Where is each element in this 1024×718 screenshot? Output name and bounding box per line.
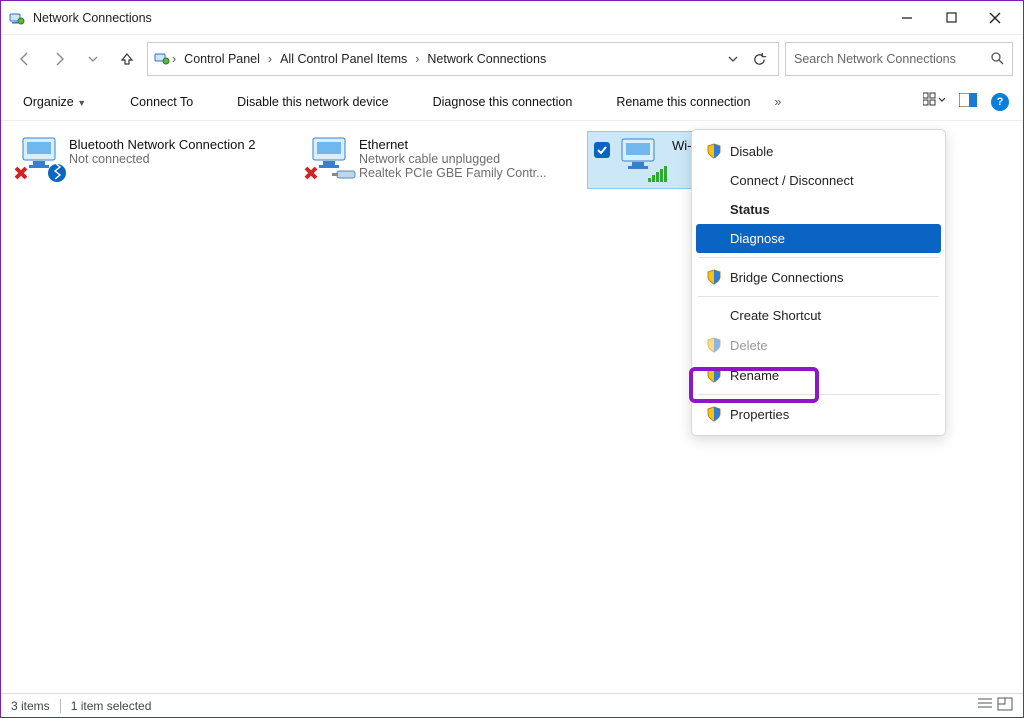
- ctx-label: Connect / Disconnect: [730, 173, 854, 188]
- maximize-button[interactable]: [929, 3, 973, 33]
- command-bar: Organize ▼ Connect To Disable this netwo…: [1, 83, 1023, 121]
- help-button[interactable]: ?: [991, 93, 1009, 111]
- ctx-diagnose[interactable]: Diagnose: [696, 224, 941, 253]
- breadcrumb-item[interactable]: Network Connections: [421, 48, 552, 70]
- chevron-right-icon[interactable]: ›: [413, 52, 421, 66]
- chevron-right-icon[interactable]: ›: [170, 52, 178, 66]
- diagnose-connection-button[interactable]: Diagnose this connection: [421, 89, 585, 115]
- back-button[interactable]: [11, 45, 39, 73]
- close-button[interactable]: [973, 3, 1017, 33]
- forward-button[interactable]: [45, 45, 73, 73]
- app-icon: [9, 10, 25, 26]
- rename-connection-button[interactable]: Rename this connection: [604, 89, 762, 115]
- ctx-label: Delete: [730, 338, 768, 353]
- details-view-button[interactable]: [977, 697, 993, 714]
- connection-status: Not connected: [69, 152, 255, 166]
- large-icons-view-button[interactable]: [997, 697, 1013, 714]
- network-adapter-icon: [616, 136, 672, 184]
- ctx-connect-disconnect[interactable]: Connect / Disconnect: [696, 166, 941, 195]
- overflow-button[interactable]: »: [762, 89, 793, 115]
- ctx-label: Create Shortcut: [730, 308, 821, 323]
- window-title: Network Connections: [33, 11, 885, 25]
- up-button[interactable]: [113, 45, 141, 73]
- network-adapter-icon: [13, 135, 69, 183]
- breadcrumb-item[interactable]: Control Panel: [178, 48, 266, 70]
- ctx-label: Disable: [730, 144, 773, 159]
- separator: [698, 394, 939, 395]
- breadcrumb[interactable]: › Control Panel › All Control Panel Item…: [147, 42, 779, 76]
- connection-item-ethernet[interactable]: Ethernet Network cable unplugged Realtek…: [297, 131, 587, 187]
- connection-name: Bluetooth Network Connection 2: [69, 137, 255, 152]
- refresh-button[interactable]: [746, 46, 772, 72]
- recent-dropdown[interactable]: [79, 45, 107, 73]
- context-menu: Disable Connect / Disconnect Status Diag…: [691, 129, 946, 436]
- location-icon: [154, 50, 170, 69]
- shield-icon: [706, 143, 722, 159]
- search-box[interactable]: [785, 42, 1013, 76]
- ctx-properties[interactable]: Properties: [696, 399, 941, 429]
- ctx-label: Diagnose: [730, 231, 785, 246]
- connection-detail: Realtek PCIe GBE Family Contr...: [359, 166, 547, 180]
- disable-device-button[interactable]: Disable this network device: [225, 89, 400, 115]
- search-icon[interactable]: [990, 51, 1004, 68]
- shield-icon: [706, 406, 722, 422]
- title-bar: Network Connections: [1, 1, 1023, 35]
- ctx-rename[interactable]: Rename: [696, 360, 941, 390]
- selected-check-icon: [594, 142, 610, 158]
- history-dropdown[interactable]: [720, 46, 746, 72]
- connection-status: Network cable unplugged: [359, 152, 547, 166]
- breadcrumb-item[interactable]: All Control Panel Items: [274, 48, 413, 70]
- ctx-label: Status: [730, 202, 770, 217]
- ctx-bridge-connections[interactable]: Bridge Connections: [696, 262, 941, 292]
- ctx-disable[interactable]: Disable: [696, 136, 941, 166]
- organize-button[interactable]: Organize ▼: [11, 89, 98, 115]
- chevron-down-icon: ▼: [77, 98, 86, 108]
- status-bar: 3 items 1 item selected: [1, 693, 1023, 717]
- view-options-button[interactable]: [923, 92, 945, 111]
- ctx-label: Properties: [730, 407, 789, 422]
- ctx-delete: Delete: [696, 330, 941, 360]
- separator: [698, 296, 939, 297]
- search-input[interactable]: [794, 52, 990, 66]
- content-area: Bluetooth Network Connection 2 Not conne…: [1, 121, 1023, 693]
- network-adapter-icon: [303, 135, 359, 183]
- item-count: 3 items: [11, 699, 61, 713]
- ctx-label: Bridge Connections: [730, 270, 843, 285]
- ctx-create-shortcut[interactable]: Create Shortcut: [696, 301, 941, 330]
- ctx-label: Rename: [730, 368, 779, 383]
- connect-to-button[interactable]: Connect To: [118, 89, 205, 115]
- preview-pane-button[interactable]: [959, 93, 977, 110]
- selected-count: 1 item selected: [61, 699, 162, 713]
- minimize-button[interactable]: [885, 3, 929, 33]
- chevron-right-icon[interactable]: ›: [266, 52, 274, 66]
- connection-name: Ethernet: [359, 137, 547, 152]
- connection-item-bluetooth[interactable]: Bluetooth Network Connection 2 Not conne…: [7, 131, 297, 187]
- shield-icon: [706, 367, 722, 383]
- separator: [698, 257, 939, 258]
- nav-bar: › Control Panel › All Control Panel Item…: [1, 35, 1023, 83]
- shield-icon: [706, 337, 722, 353]
- ctx-status[interactable]: Status: [696, 195, 941, 224]
- shield-icon: [706, 269, 722, 285]
